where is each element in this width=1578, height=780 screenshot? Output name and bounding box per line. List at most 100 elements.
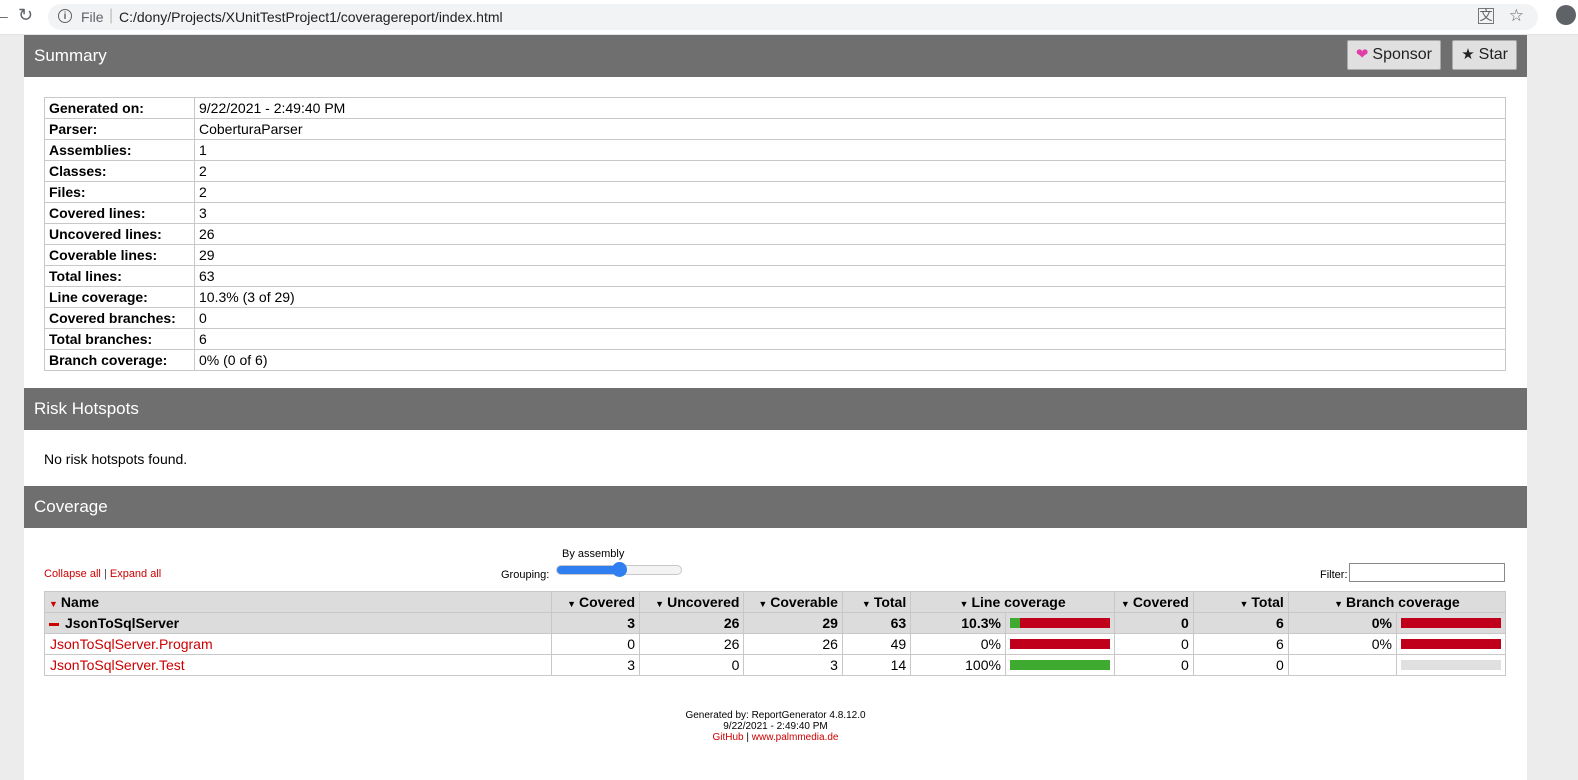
summary-row-value: 3 [194, 202, 1506, 224]
row-name-cell[interactable]: JsonToSqlServer.Program [44, 633, 552, 655]
cell-covered: 0 [550, 633, 641, 655]
profile-avatar-icon[interactable] [1556, 5, 1576, 25]
cell-total: 49 [841, 633, 912, 655]
star-button[interactable]: ★ Star [1452, 40, 1517, 70]
risk-hotspots-header: Risk Hotspots [24, 388, 1527, 430]
summary-table: Generated on: 9/22/2021 - 2:49:40 PM Parse… [44, 97, 1506, 371]
cell-line-pct: 100% [910, 654, 1006, 676]
summary-header: Summary ❤ Sponsor ★ Star [24, 35, 1527, 77]
column-header-label: Uncovered [667, 594, 740, 610]
risk-hotspots-message: No risk hotspots found. [44, 451, 188, 467]
cell-line-bar [1004, 633, 1115, 655]
site-info-icon[interactable]: i [58, 9, 72, 23]
grouping-slider-fill [557, 566, 619, 574]
sort-caret-icon: ▼ [567, 599, 576, 609]
grouping-value: By assembly [562, 548, 625, 560]
column-header-branch-coverage[interactable]: ▼ Branch coverage [1287, 591, 1507, 613]
coverage-header: Coverage [24, 486, 1527, 528]
grouping-slider-thumb[interactable] [612, 562, 627, 577]
grouping-slider[interactable] [556, 562, 682, 577]
back-arrow-icon[interactable]: – [0, 8, 8, 24]
column-header-label: Coverable [770, 594, 838, 610]
row-name-cell[interactable]: JsonToSqlServer.Test [44, 654, 552, 676]
summary-row-label: Coverable lines: [44, 244, 195, 266]
sort-caret-icon: ▼ [655, 599, 665, 609]
url-text[interactable]: C:/dony/Projects/XUnitTestProject1/cover… [119, 9, 503, 25]
website-link[interactable]: www.palmmedia.de [752, 732, 839, 743]
column-header-coverable[interactable]: ▼ Coverable [743, 591, 843, 613]
class-row[interactable]: JsonToSqlServer.Test 3 0 3 14 100% 0 0 [44, 654, 1506, 676]
cell-covered: 3 [550, 654, 641, 676]
risk-hotspots-title: Risk Hotspots [34, 399, 139, 418]
summary-row-label: Classes: [44, 160, 195, 182]
coverage-bar [1401, 639, 1501, 649]
coverage-bar [1401, 660, 1501, 670]
summary-row: Branch coverage: 0% (0 of 6) [44, 349, 1506, 371]
report-page: Summary ❤ Sponsor ★ Star Generated on: 9/22… [24, 35, 1527, 780]
report-footer: Generated by: ReportGenerator 4.8.12.0 9… [24, 710, 1527, 743]
collapse-all-link[interactable]: Collapse all [44, 568, 101, 580]
summary-row: Covered branches: 0 [44, 307, 1506, 329]
row-name[interactable]: JsonToSqlServer.Program [50, 636, 213, 652]
column-header-branch-total[interactable]: ▼ Total [1192, 591, 1289, 613]
sort-caret-icon: ▼ [758, 599, 768, 609]
expand-all-link[interactable]: Expand all [110, 568, 161, 580]
cell-coverable: 29 [743, 612, 843, 634]
cell-branch-bar [1396, 612, 1506, 634]
coverage-bar-uncovered [1401, 618, 1501, 628]
assembly-row[interactable]: JsonToSqlServer 3 26 29 63 10.3% 0 6 0% [44, 612, 1506, 634]
summary-row-value: 6 [194, 328, 1506, 350]
sponsor-button[interactable]: ❤ Sponsor [1346, 40, 1441, 70]
cell-branch-bar [1396, 633, 1506, 655]
sort-caret-icon: ▼ [1120, 599, 1130, 609]
coverage-bar-uncovered [1019, 618, 1110, 628]
translate-icon[interactable]: 文 [1478, 8, 1494, 24]
coverage-bar-covered [1009, 660, 1110, 670]
coverage-bar [1009, 639, 1110, 649]
bookmark-star-icon[interactable]: ☆ [1509, 6, 1524, 26]
reload-icon[interactable]: ↻ [18, 5, 33, 26]
column-header-label: Line coverage [971, 594, 1066, 610]
summary-row: Total lines: 63 [44, 265, 1506, 287]
summary-row: Classes: 2 [44, 160, 1506, 182]
column-header-covered[interactable]: ▼ Covered [550, 591, 641, 613]
column-header-label: Branch coverage [1346, 594, 1460, 610]
row-name-cell[interactable]: JsonToSqlServer [44, 612, 552, 634]
column-header-name[interactable]: ▼ Name [44, 591, 552, 613]
summary-row-label: Assemblies: [44, 139, 195, 161]
summary-row: Generated on: 9/22/2021 - 2:49:40 PM [44, 97, 1506, 119]
cell-line-bar [1004, 654, 1115, 676]
summary-row-value: 2 [194, 160, 1506, 182]
column-header-uncovered[interactable]: ▼ Uncovered [639, 591, 745, 613]
summary-row-value: 2 [194, 181, 1506, 203]
summary-row-value: 0% (0 of 6) [194, 349, 1506, 371]
cell-bcovered: 0 [1113, 654, 1194, 676]
summary-row-label: Generated on: [44, 97, 195, 119]
column-header-branch-covered[interactable]: ▼ Covered [1113, 591, 1194, 613]
summary-row: Assemblies: 1 [44, 139, 1506, 161]
github-link[interactable]: GitHub [712, 732, 743, 743]
cell-total: 14 [841, 654, 912, 676]
class-row[interactable]: JsonToSqlServer.Program 0 26 26 49 0% 0 6 0% [44, 633, 1506, 655]
column-header-total[interactable]: ▼ Total [841, 591, 912, 613]
summary-row-label: Total branches: [44, 328, 195, 350]
filter-input[interactable] [1349, 563, 1505, 582]
star-icon: ★ [1461, 46, 1475, 63]
column-header-line-coverage[interactable]: ▼ Line coverage [910, 591, 1115, 613]
summary-row: Total branches: 6 [44, 328, 1506, 350]
summary-row: Coverable lines: 29 [44, 244, 1506, 266]
coverage-controls: Collapse all | Expand all By assembly Gr… [24, 528, 1527, 588]
coverage-bar [1401, 618, 1501, 628]
cell-bcovered: 0 [1113, 633, 1194, 655]
star-label: Star [1478, 46, 1508, 63]
row-name[interactable]: JsonToSqlServer.Test [50, 657, 185, 673]
address-bar[interactable]: i File | C:/dony/Projects/XUnitTestProje… [48, 4, 1538, 30]
summary-row-value: 63 [194, 265, 1506, 287]
coverage-bar-uncovered [1401, 639, 1501, 649]
url-separator: | [109, 7, 114, 24]
cell-uncovered: 26 [639, 612, 745, 634]
cell-branch-bar [1396, 654, 1506, 676]
collapse-minus-icon[interactable] [49, 622, 59, 626]
sort-caret-icon: ▼ [1239, 599, 1249, 609]
sponsor-label: Sponsor [1372, 46, 1432, 63]
